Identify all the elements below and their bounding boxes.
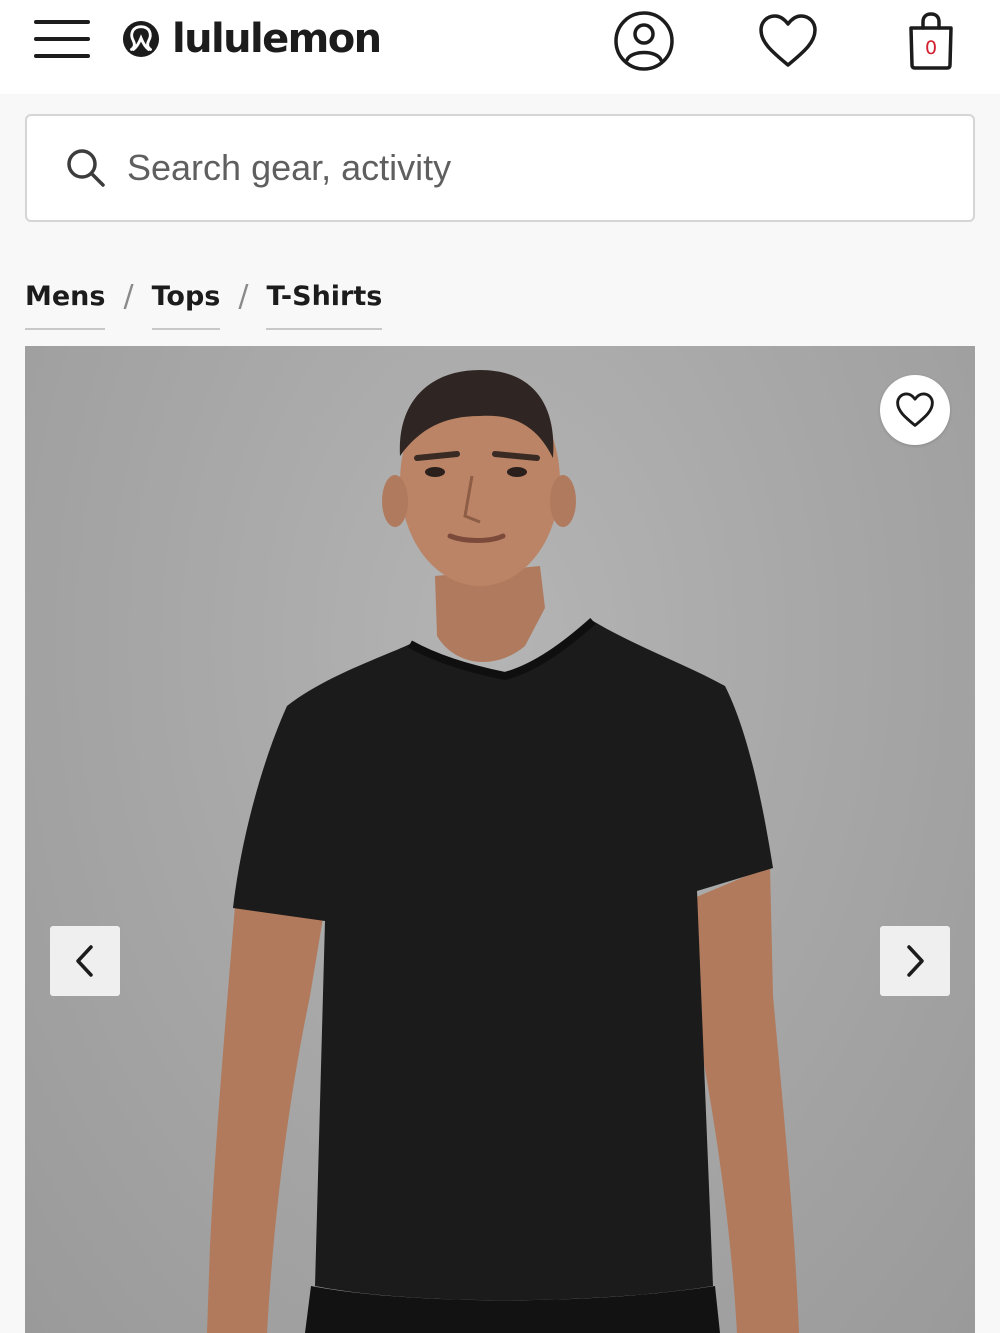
chevron-left-icon	[76, 945, 93, 977]
search-icon	[67, 149, 105, 187]
next-image-button[interactable]	[880, 926, 950, 996]
heart-icon	[759, 14, 817, 67]
breadcrumb-separator: /	[123, 279, 134, 314]
menu-line	[34, 37, 90, 41]
menu-line	[34, 20, 90, 24]
add-to-wishlist-button[interactable]	[880, 375, 950, 445]
previous-image-button[interactable]	[50, 926, 120, 996]
breadcrumb-link-tops[interactable]: Tops	[151, 276, 221, 330]
product-image-gallery[interactable]	[25, 346, 975, 1333]
top-navigation-bar: lululemon 0	[0, 0, 1000, 94]
search-bar[interactable]	[25, 114, 975, 222]
hamburger-menu-icon[interactable]	[30, 14, 94, 64]
shopping-bag-button[interactable]: 0	[898, 8, 964, 74]
breadcrumb-link-mens[interactable]: Mens	[25, 276, 106, 330]
chevron-right-icon	[907, 945, 924, 977]
wishlist-button[interactable]	[755, 8, 821, 74]
heart-icon	[896, 392, 934, 427]
brand-logo-link[interactable]: lululemon	[122, 14, 382, 64]
bag-count-badge: 0	[924, 37, 938, 59]
lululemon-logo-icon	[122, 20, 160, 58]
account-button[interactable]	[611, 8, 677, 74]
brand-name: lululemon	[172, 16, 382, 62]
menu-line	[34, 54, 90, 58]
breadcrumb-separator: /	[238, 279, 249, 314]
product-image	[207, 370, 799, 1333]
breadcrumb: Mens / Tops / T-Shirts	[25, 276, 383, 330]
user-icon	[614, 11, 674, 71]
breadcrumb-link-t-shirts[interactable]: T-Shirts	[266, 276, 383, 330]
search-input[interactable]	[127, 147, 907, 189]
